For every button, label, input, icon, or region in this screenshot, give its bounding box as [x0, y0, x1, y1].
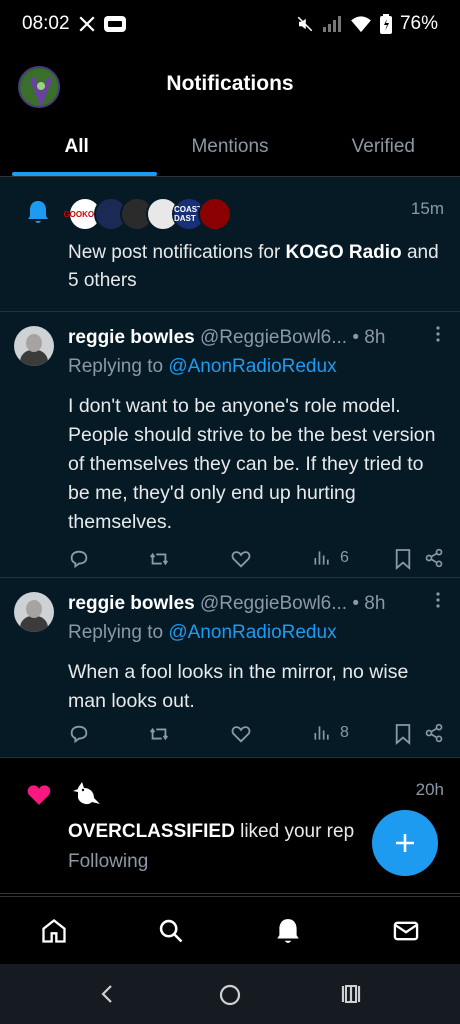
tweet-actions: 6 — [68, 548, 448, 574]
bookmark-icon[interactable] — [394, 723, 412, 745]
replying-to: Replying to @AnonRadioRedux — [68, 356, 337, 378]
tab-bar: All Mentions Verified — [0, 122, 460, 176]
tweet-text: When a fool looks in the mirror, no wise… — [68, 661, 409, 712]
post-notification-card[interactable]: GOOKOGO COAST DAST 15m New post notifica… — [0, 177, 460, 312]
replying-prefix: Replying to — [68, 356, 169, 377]
heart-icon — [26, 782, 52, 811]
retweet-icon[interactable] — [148, 548, 170, 570]
x-logo-icon — [78, 15, 96, 33]
tweet-header: reggie bowles @ReggieBowl6... • 8h — [68, 593, 385, 615]
display-name[interactable]: reggie bowles — [68, 593, 195, 614]
wifi-icon — [350, 15, 372, 33]
avatar[interactable] — [14, 326, 54, 366]
page-title: Notifications — [166, 72, 294, 95]
reply-icon[interactable] — [68, 548, 90, 570]
views-count: 6 — [340, 549, 349, 566]
status-time: 08:02 — [22, 13, 70, 34]
share-icon[interactable] — [424, 723, 444, 743]
bookmark-icon[interactable] — [394, 548, 412, 570]
compose-button[interactable] — [372, 810, 438, 876]
share-icon[interactable] — [424, 548, 444, 568]
text-prefix: New post notifications for — [68, 242, 286, 263]
replying-to: Replying to @AnonRadioRedux — [68, 622, 337, 644]
views-stat[interactable]: 6 — [312, 548, 349, 568]
app-badge-icon — [103, 16, 126, 32]
tweet-time: 8h — [364, 327, 386, 348]
signal-icon — [322, 15, 342, 33]
replying-to-link[interactable]: @AnonRadioRedux — [168, 356, 336, 377]
more-options-icon[interactable] — [436, 592, 440, 613]
battery-level: 76% — [399, 13, 438, 34]
system-nav-bar — [0, 964, 460, 1024]
account-avatars: GOOKOGO COAST DAST — [63, 197, 232, 231]
tab-all[interactable]: All — [0, 122, 153, 176]
notification-text: OVERCLASSIFIED liked your rep — [68, 818, 354, 846]
handle[interactable]: @ReggieBowl6... — [200, 327, 347, 348]
display-name[interactable]: reggie bowles — [68, 327, 195, 348]
tab-mentions[interactable]: Mentions — [153, 122, 306, 176]
recents-icon[interactable] — [340, 984, 362, 1009]
reply-icon[interactable] — [68, 723, 90, 745]
notification-time: 15m — [410, 199, 444, 218]
tweet-actions: 8 — [68, 723, 448, 749]
reply-card[interactable]: reggie bowles @ReggieBowl6... • 8h Reply… — [0, 578, 460, 758]
messages-icon[interactable] — [392, 917, 420, 950]
home-icon[interactable] — [40, 917, 68, 950]
notifications-feed[interactable]: GOOKOGO COAST DAST 15m New post notifica… — [0, 177, 460, 894]
bottom-nav — [0, 896, 460, 964]
handle[interactable]: @ReggieBowl6... — [200, 593, 347, 614]
plus-icon — [396, 834, 414, 852]
mute-icon — [296, 15, 314, 33]
tweet-header: reggie bowles @ReggieBowl6... • 8h — [68, 327, 385, 349]
status-bar: 08:02 76% — [0, 0, 460, 48]
battery-icon — [379, 14, 392, 34]
notification-subtext: Following — [68, 851, 149, 872]
views-icon — [314, 551, 329, 565]
views-stat[interactable]: 8 — [312, 723, 349, 743]
replying-to-link[interactable]: @AnonRadioRedux — [168, 622, 336, 643]
back-icon[interactable] — [98, 984, 116, 1009]
bell-icon — [26, 199, 50, 230]
like-icon[interactable] — [230, 723, 252, 745]
replying-prefix: Replying to — [68, 622, 169, 643]
views-count: 8 — [340, 724, 349, 741]
avatar[interactable] — [198, 197, 232, 231]
views-icon — [314, 726, 329, 740]
avatar[interactable] — [70, 780, 102, 815]
avatar[interactable] — [14, 592, 54, 632]
reply-card[interactable]: reggie bowles @ReggieBowl6... • 8h Reply… — [0, 312, 460, 578]
home-circle-icon[interactable] — [219, 984, 241, 1011]
more-options-icon[interactable] — [436, 326, 440, 347]
tweet-text: I don't want to be anyone's role model. … — [68, 395, 436, 533]
tab-verified[interactable]: Verified — [307, 122, 460, 176]
notification-time: 20h — [415, 780, 444, 799]
notifications-icon[interactable] — [274, 917, 302, 950]
notification-text: New post notifications for KOGO Radio an… — [68, 239, 448, 295]
separator: • — [347, 593, 365, 614]
tweet-time: 8h — [364, 593, 386, 614]
text-suffix: liked your rep — [234, 821, 355, 842]
separator: • — [347, 327, 365, 348]
retweet-icon[interactable] — [148, 723, 170, 745]
like-icon[interactable] — [230, 548, 252, 570]
account-name[interactable]: KOGO Radio — [286, 242, 402, 263]
actor-name[interactable]: OVERCLASSIFIED — [68, 821, 235, 842]
search-icon[interactable] — [157, 917, 185, 950]
